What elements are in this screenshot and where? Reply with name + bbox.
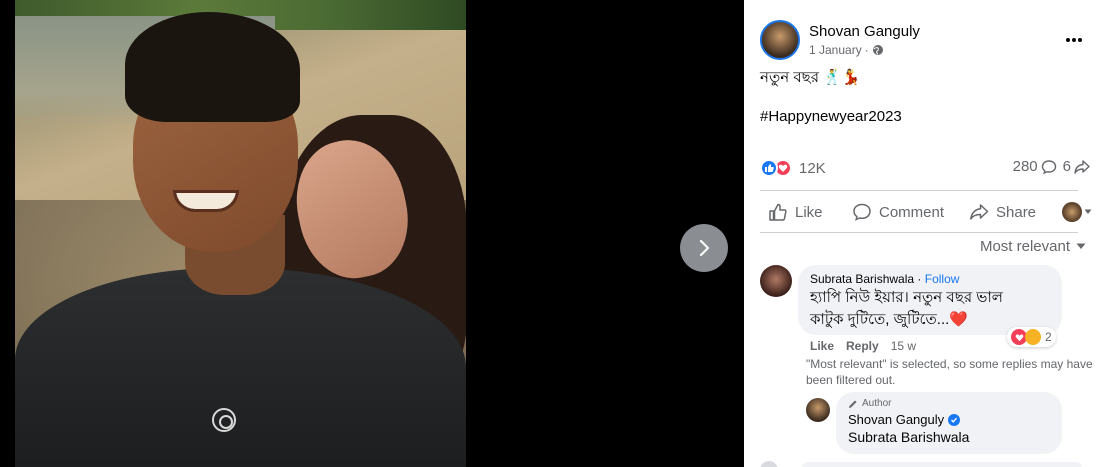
- share-label: Share: [996, 203, 1037, 221]
- comment-reaction-count: 2: [1045, 330, 1052, 344]
- photo-man-hair: [125, 12, 300, 122]
- comment-icon: [853, 203, 871, 221]
- like-button[interactable]: Like: [768, 202, 823, 222]
- comment-count-value: 280: [1012, 158, 1038, 175]
- author-name[interactable]: Shovan Ganguly: [809, 23, 920, 40]
- post-text: নতুন বছর 🕺💃: [760, 69, 861, 86]
- reply-text: Subrata Barishwala: [848, 429, 970, 445]
- comment-count[interactable]: 280: [1013, 158, 1057, 175]
- react-as-selector[interactable]: [1062, 202, 1092, 222]
- share-icon: [1074, 159, 1090, 174]
- photo-man-shirt: [15, 268, 466, 467]
- post-side-panel: Shovan Ganguly 1 January · নতুন বছর 🕺💃 #…: [744, 0, 1096, 467]
- share-count-value: 6: [1062, 158, 1071, 175]
- more-options-button[interactable]: [1060, 26, 1088, 54]
- post-meta: 1 January ·: [809, 43, 884, 57]
- share-button[interactable]: Share: [969, 202, 1036, 222]
- post-stats: 12K 280 6: [760, 158, 1090, 180]
- follow-link[interactable]: Follow: [925, 272, 960, 286]
- comment-time[interactable]: 15 w: [891, 339, 916, 353]
- reply-author[interactable]: Shovan Ganguly: [848, 412, 944, 427]
- verified-icon: [948, 413, 961, 426]
- next-comment-avatar: [760, 461, 778, 467]
- post-photo: [15, 0, 466, 467]
- chevron-right-icon: [699, 239, 710, 257]
- reaction-count: 12K: [799, 159, 826, 177]
- comment-icon: [1041, 159, 1056, 174]
- divider: [760, 232, 1078, 233]
- comment-separator: ·: [917, 272, 922, 286]
- post-date[interactable]: 1 January: [809, 43, 862, 57]
- comment-text-line-1: হ্যাপি নিউ ইয়ার। নতুন বছর ভাল: [810, 289, 1003, 306]
- reply-author-avatar[interactable]: [806, 398, 830, 422]
- comment-reply-link[interactable]: Reply: [846, 339, 879, 353]
- shirt-spiral-logo: [212, 408, 236, 432]
- next-photo-button[interactable]: [680, 224, 728, 272]
- chevron-down-icon: [1084, 209, 1092, 214]
- comment-author[interactable]: Subrata Barishwala: [810, 272, 914, 286]
- reply-bubble: Author Shovan Ganguly Subrata Barishwala: [836, 392, 1062, 454]
- globe-icon: [872, 45, 883, 55]
- more-icon: [1066, 38, 1082, 42]
- author-avatar[interactable]: [760, 20, 800, 60]
- comment-actions: Like Reply 15 w: [810, 339, 916, 353]
- sort-label: Most relevant: [979, 238, 1070, 255]
- photo-viewer: [0, 0, 744, 467]
- like-reaction-icon: [760, 159, 778, 177]
- commenter-avatar[interactable]: [760, 265, 792, 297]
- care-reaction-icon: [1025, 329, 1041, 345]
- comment-sort-dropdown[interactable]: Most relevant: [980, 238, 1086, 255]
- share-icon: [970, 204, 989, 220]
- reply-author-line: Shovan Ganguly: [848, 412, 1050, 427]
- pencil-icon: [849, 400, 857, 408]
- comment-like-link[interactable]: Like: [810, 339, 834, 353]
- next-comment-bubble: [802, 462, 1082, 467]
- filter-note: "Most relevant" is selected, so some rep…: [806, 357, 1093, 387]
- like-icon: [769, 203, 787, 221]
- comment-label: Comment: [879, 203, 945, 221]
- chevron-down-icon: [1076, 243, 1086, 249]
- author-badge-label: Author: [862, 398, 892, 409]
- post-header: Shovan Ganguly 1 January ·: [760, 20, 1090, 62]
- comment-author-line: Subrata Barishwala · Follow: [810, 272, 1050, 286]
- like-label: Like: [795, 203, 823, 221]
- comment-button[interactable]: Comment: [852, 202, 944, 222]
- profile-mini-avatar: [1062, 202, 1082, 222]
- comment-bubble: Subrata Barishwala · Follow হ্যাপি নিউ ই…: [798, 265, 1062, 335]
- reaction-summary[interactable]: 12K: [760, 159, 826, 177]
- post-actions: Like Comment Share: [760, 196, 1096, 228]
- post-hashtag[interactable]: #Happynewyear2023: [760, 108, 902, 125]
- author-badge: Author: [848, 398, 1050, 409]
- stat-counts: 280 6: [1013, 158, 1090, 175]
- divider: [760, 190, 1078, 191]
- meta-separator: ·: [864, 43, 869, 57]
- comment-reactions[interactable]: 2: [1007, 327, 1056, 347]
- share-count[interactable]: 6: [1063, 158, 1090, 175]
